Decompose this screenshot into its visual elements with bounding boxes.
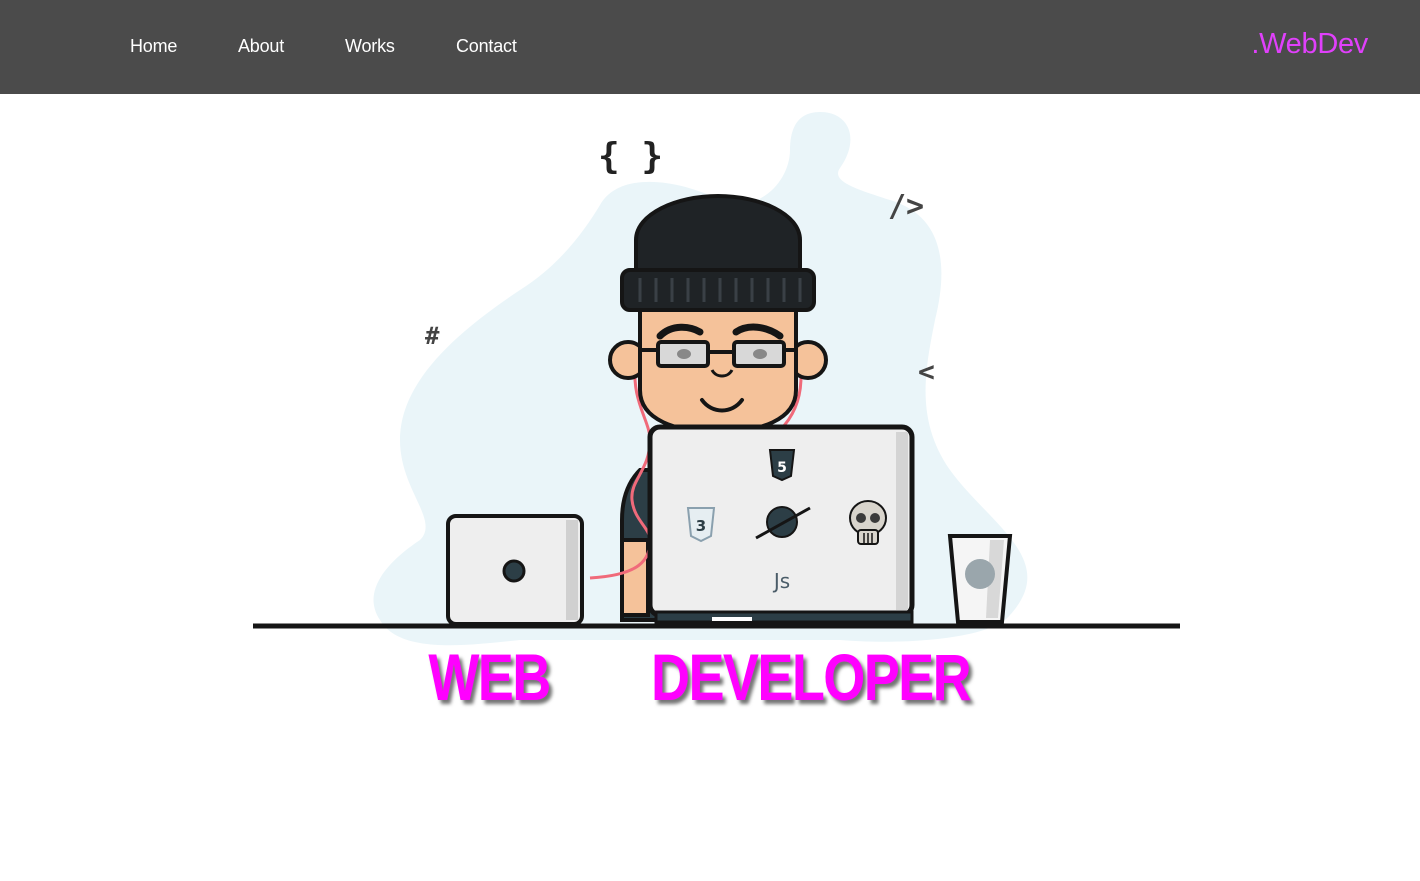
hero-title: WEB DEVELOPER <box>0 640 1420 716</box>
small-device <box>446 514 584 626</box>
laptop: 5 3 Js <box>647 424 915 624</box>
nav-home-link[interactable]: Home <box>130 36 177 57</box>
nav-contact-link[interactable]: Contact <box>456 36 517 57</box>
brand-logo[interactable]: .WebDev <box>1251 28 1368 61</box>
hero-section: { } /> # < 5 3 Js <box>0 94 1420 881</box>
braces-symbol: { } <box>598 136 663 177</box>
less-than-symbol: < <box>918 355 935 388</box>
coffee-cup <box>947 534 1013 624</box>
hero-title-word-web: WEB <box>428 640 551 714</box>
beanie-hat <box>620 193 816 312</box>
hero-title-word-developer: DEVELOPER <box>650 640 972 714</box>
developer-illustration: { } /> # < 5 3 Js <box>253 112 1180 646</box>
nav-works-link[interactable]: Works <box>345 36 395 57</box>
hash-symbol: # <box>425 322 440 350</box>
css3-badge-text: 3 <box>696 517 706 535</box>
navbar: Home About Works Contact .WebDev <box>0 0 1420 94</box>
slash-tag-symbol: /> <box>888 189 924 224</box>
nav-about-link[interactable]: About <box>238 36 284 57</box>
html5-badge-text: 5 <box>777 460 787 476</box>
html5-icon: 5 <box>768 449 796 482</box>
js-label: Js <box>772 569 790 593</box>
css3-icon: 3 <box>686 507 716 543</box>
